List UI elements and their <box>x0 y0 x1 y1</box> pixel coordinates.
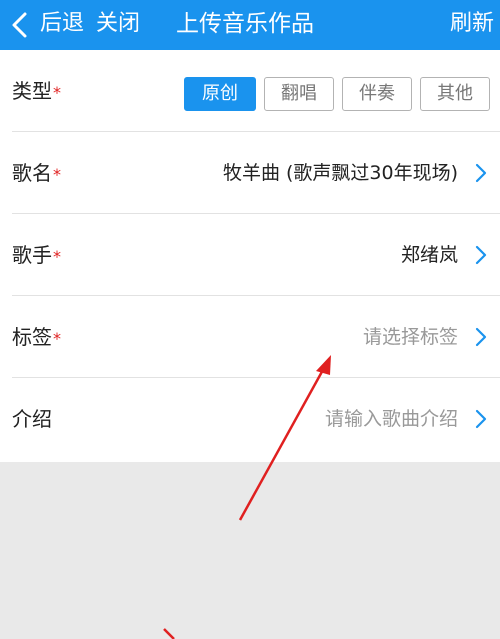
intro-input-placeholder[interactable]: 请输入歌曲介绍 <box>325 378 458 460</box>
song-name-row[interactable]: 歌名* 牧羊曲 (歌声飘过30年现场) <box>0 132 500 214</box>
intro-row[interactable]: 介绍 请输入歌曲介绍 <box>0 378 500 460</box>
chevron-right-icon <box>475 327 487 347</box>
required-mark: * <box>53 165 61 184</box>
type-option-accompaniment[interactable]: 伴奏 <box>342 77 412 111</box>
singer-value[interactable]: 郑绪岚 <box>401 214 458 296</box>
type-option-other[interactable]: 其他 <box>420 77 490 111</box>
chevron-right-icon <box>475 163 487 183</box>
close-button[interactable]: 关闭 <box>96 0 140 50</box>
upload-form: 类型* 原创 翻唱 伴奏 其他 歌名* 牧羊曲 (歌声飘过30年现场) 歌手* … <box>0 50 500 462</box>
refresh-button[interactable]: 刷新 <box>450 0 494 50</box>
singer-label: 歌手* <box>12 243 61 267</box>
chevron-right-icon <box>475 409 487 429</box>
singer-row[interactable]: 歌手* 郑绪岚 <box>0 214 500 296</box>
tags-select-placeholder[interactable]: 请选择标签 <box>363 296 458 378</box>
page-title: 上传音乐作品 <box>176 11 314 37</box>
type-label: 类型* <box>12 79 61 103</box>
required-mark: * <box>53 83 61 102</box>
required-mark: * <box>53 329 61 348</box>
song-name-value[interactable]: 牧羊曲 (歌声飘过30年现场) <box>223 132 458 214</box>
tags-label: 标签* <box>12 325 61 349</box>
chevron-left-icon[interactable] <box>6 10 34 40</box>
back-button[interactable]: 后退 <box>40 0 84 50</box>
chevron-right-icon <box>475 245 487 265</box>
type-row: 类型* 原创 翻唱 伴奏 其他 <box>0 50 500 132</box>
type-selector: 原创 翻唱 伴奏 其他 <box>184 77 490 113</box>
annotation-arrow-line <box>163 628 175 639</box>
tags-row[interactable]: 标签* 请选择标签 <box>0 296 500 378</box>
top-nav-bar: 后退 关闭 上传音乐作品 刷新 <box>0 0 500 50</box>
type-option-cover[interactable]: 翻唱 <box>264 77 334 111</box>
intro-label: 介绍 <box>12 407 52 431</box>
type-option-original[interactable]: 原创 <box>184 77 256 111</box>
song-name-label: 歌名* <box>12 161 61 185</box>
required-mark: * <box>53 247 61 266</box>
